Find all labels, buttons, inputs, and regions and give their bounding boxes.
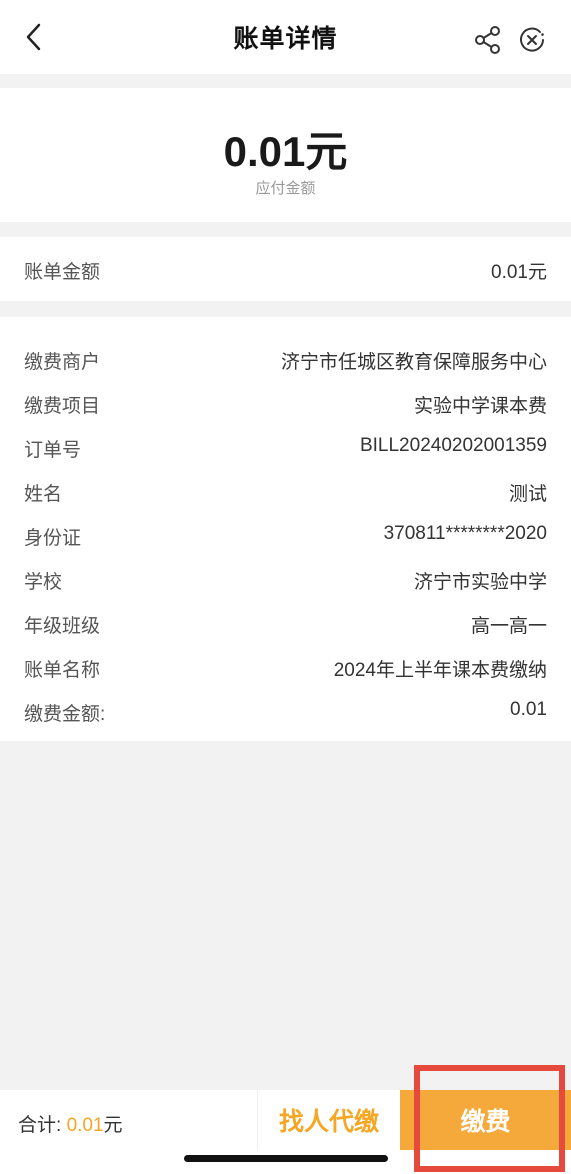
- detail-value: 高一高一: [470, 616, 547, 637]
- total-amount: 0.01: [66, 1115, 104, 1136]
- detail-row-bill-name: 账单名称 2024年上半年课本费缴纳: [0, 645, 571, 689]
- detail-label: 身份证: [24, 528, 82, 549]
- detail-value: BILL20240202001359: [359, 435, 547, 456]
- chevron-left-icon: [26, 23, 41, 51]
- detail-value: 测试: [508, 484, 547, 505]
- bill-amount-value: 0.01元: [491, 262, 547, 283]
- amount-label: 应付金额: [255, 180, 316, 197]
- bill-amount-label: 账单金额: [24, 262, 101, 283]
- detail-label: 学校: [24, 572, 63, 593]
- detail-row-payment-amount: 缴费金额: 0.01: [0, 689, 571, 733]
- pay-button[interactable]: 缴费: [400, 1090, 571, 1150]
- bill-amount-row: 账单金额 0.01元: [0, 237, 571, 301]
- detail-row-merchant: 缴费商户 济宁市任城区教育保障服务中心: [0, 337, 571, 381]
- detail-label: 年级班级: [24, 616, 101, 637]
- detail-row-item: 缴费项目 实验中学课本费: [0, 381, 571, 425]
- home-indicator: [184, 1155, 388, 1162]
- nav-bar: 账单详情: [0, 0, 571, 74]
- detail-value: 0.01: [510, 699, 547, 720]
- detail-row-name: 姓名 测试: [0, 469, 571, 513]
- detail-row-order-number: 订单号 BILL20240202001359: [0, 425, 571, 469]
- detail-row-id-card: 身份证 370811********2020: [0, 513, 571, 557]
- close-circle-icon[interactable]: [518, 26, 546, 54]
- page-title: 账单详情: [233, 25, 338, 53]
- proxy-pay-button[interactable]: 找人代缴: [257, 1090, 400, 1150]
- detail-value: 370811********2020: [383, 523, 547, 544]
- amount-card: 0.01元 应付金额: [0, 88, 571, 222]
- share-icon[interactable]: [472, 24, 504, 56]
- detail-label: 姓名: [24, 484, 63, 505]
- detail-value: 实验中学课本费: [413, 396, 547, 417]
- total-label: 合计:: [18, 1115, 62, 1136]
- detail-row-grade-class: 年级班级 高一高一: [0, 601, 571, 645]
- detail-value: 济宁市任城区教育保障服务中心: [280, 352, 547, 373]
- bill-detail-page: 账单详情 0.01元 应付金额 账单金额 0.01元 缴费商户 济宁市任城区教育…: [0, 0, 571, 1174]
- amount-value: 0.01元: [223, 128, 348, 175]
- detail-label: 缴费项目: [24, 396, 101, 417]
- total-summary: 合计: 0.01元: [18, 1110, 123, 1137]
- back-button[interactable]: [18, 22, 48, 52]
- detail-value: 2024年上半年课本费缴纳: [333, 660, 547, 681]
- detail-label: 订单号: [24, 440, 82, 461]
- detail-value: 济宁市实验中学: [413, 572, 547, 593]
- detail-label: 缴费金额:: [24, 704, 106, 725]
- detail-row-school: 学校 济宁市实验中学: [0, 557, 571, 601]
- total-unit: 元: [103, 1115, 123, 1136]
- detail-label: 缴费商户: [24, 352, 101, 373]
- details-card: 缴费商户 济宁市任城区教育保障服务中心 缴费项目 实验中学课本费 订单号 BIL…: [0, 317, 571, 741]
- detail-label: 账单名称: [24, 660, 101, 681]
